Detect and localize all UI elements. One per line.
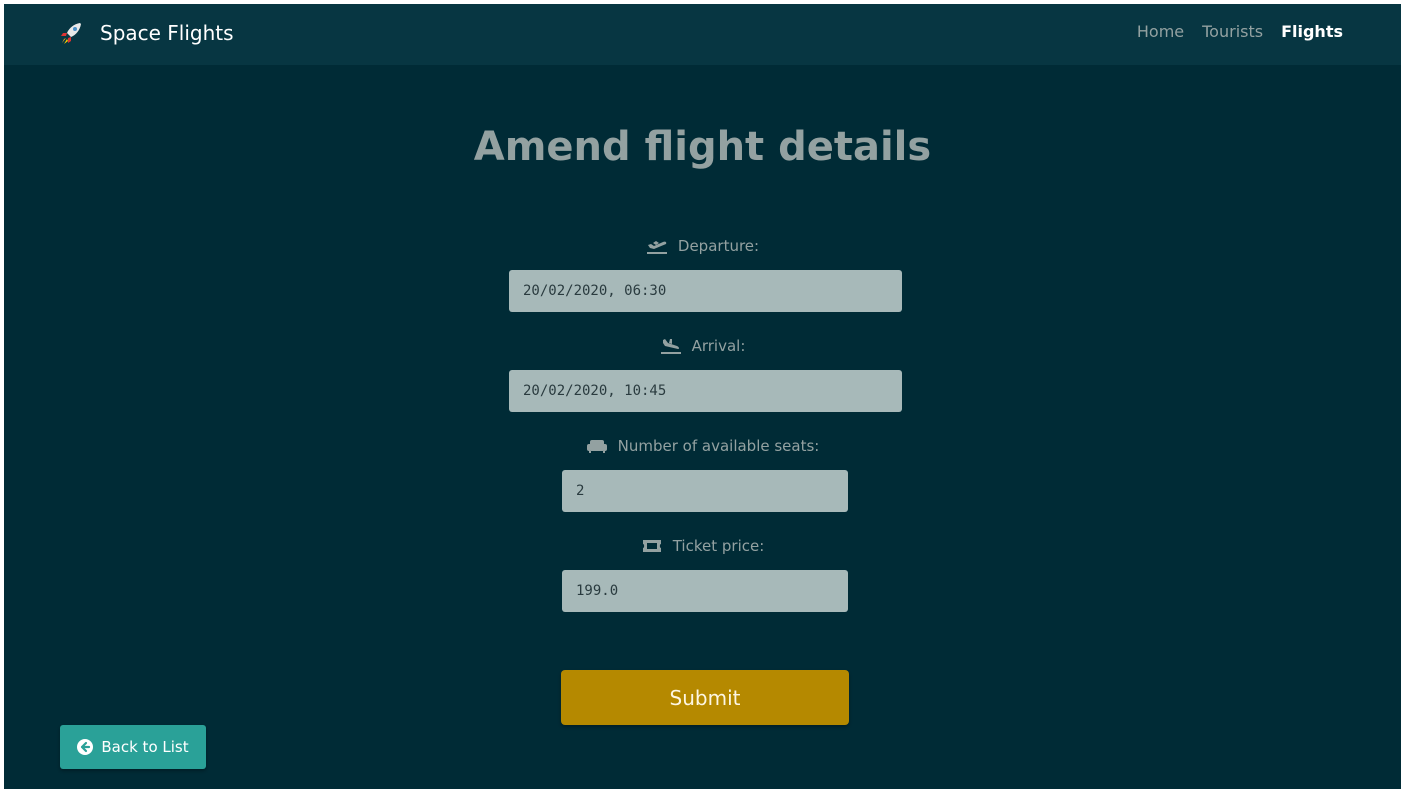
top-navbar: Space Flights Home Tourists Flights [4,4,1401,65]
seats-label-text: Number of available seats: [617,437,820,455]
seats-label: Number of available seats: [4,437,1401,455]
plane-arrival-icon [660,339,681,354]
departure-label: Departure: [4,237,1401,255]
brand-title: Space Flights [100,21,234,45]
brand[interactable]: Space Flights [58,18,234,48]
price-label-text: Ticket price: [672,537,765,555]
price-input[interactable] [562,570,848,612]
submit-button[interactable]: Submit [561,670,849,725]
nav-link-tourists[interactable]: Tourists [1202,22,1263,41]
back-to-list-label: Back to List [101,738,189,756]
departure-label-text: Departure: [677,237,760,255]
rocket-icon [58,20,84,46]
back-to-list-button[interactable]: Back to List [60,725,206,769]
app-viewport: Space Flights Home Tourists Flights Amen… [4,4,1401,789]
price-label: Ticket price: [4,537,1401,555]
arrival-label: Arrival: [4,337,1401,355]
nav-link-home[interactable]: Home [1137,22,1184,41]
arrival-label-text: Arrival: [691,337,746,355]
plane-departure-icon [646,241,667,254]
couch-icon [586,440,607,453]
nav-links: Home Tourists Flights [1137,22,1343,41]
ticket-icon [642,540,661,552]
nav-link-flights[interactable]: Flights [1281,22,1343,41]
arrow-circle-left-icon [77,739,94,755]
arrival-input[interactable] [509,370,902,412]
seats-input[interactable] [562,470,848,512]
page-title: Amend flight details [473,124,932,170]
departure-input[interactable] [509,270,902,312]
